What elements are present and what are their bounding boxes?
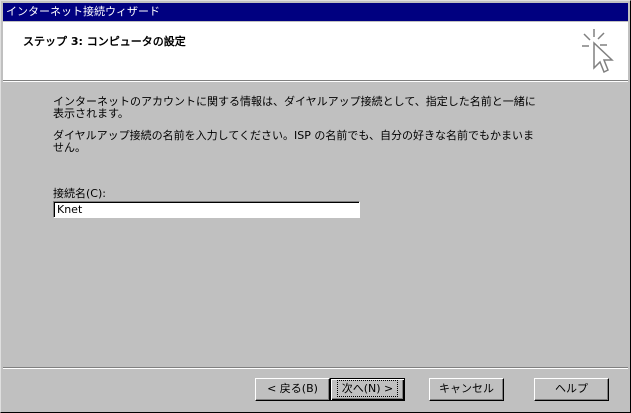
connection-name-input[interactable]: Knet xyxy=(53,201,360,218)
wizard-window: インターネット接続ウィザード ステップ 3: コンピュータの設定 インターネット… xyxy=(0,0,631,413)
connection-name-label: 接続名(C): xyxy=(53,187,106,200)
info-paragraph: インターネットのアカウントに関する情報は、ダイヤルアップ接続として、指定した名前… xyxy=(53,95,536,120)
back-button[interactable]: < 戻る(B) xyxy=(255,378,330,401)
step-title: ステップ 3: コンピュータの設定 xyxy=(23,35,186,48)
next-button[interactable]: 次へ(N) > xyxy=(330,378,405,401)
cancel-button-label: キャンセル xyxy=(439,382,494,395)
header-separator xyxy=(3,81,628,82)
next-button-label: 次へ(N) > xyxy=(336,380,399,397)
cancel-button[interactable]: キャンセル xyxy=(429,378,504,401)
back-button-label: < 戻る(B) xyxy=(267,382,318,395)
wizard-header: ステップ 3: コンピュータの設定 xyxy=(3,22,628,81)
instruction-paragraph: ダイヤルアップ接続の名前を入力してください。ISP の名前でも、自分の好きな名前… xyxy=(53,129,535,154)
footer-separator-highlight xyxy=(3,368,628,369)
help-button-label: ヘルプ xyxy=(555,382,588,395)
help-button[interactable]: ヘルプ xyxy=(534,378,609,401)
window-title: インターネット接続ウィザード xyxy=(6,5,160,18)
wizard-pointer-icon xyxy=(582,29,614,74)
title-bar[interactable]: インターネット接続ウィザード xyxy=(3,3,628,21)
